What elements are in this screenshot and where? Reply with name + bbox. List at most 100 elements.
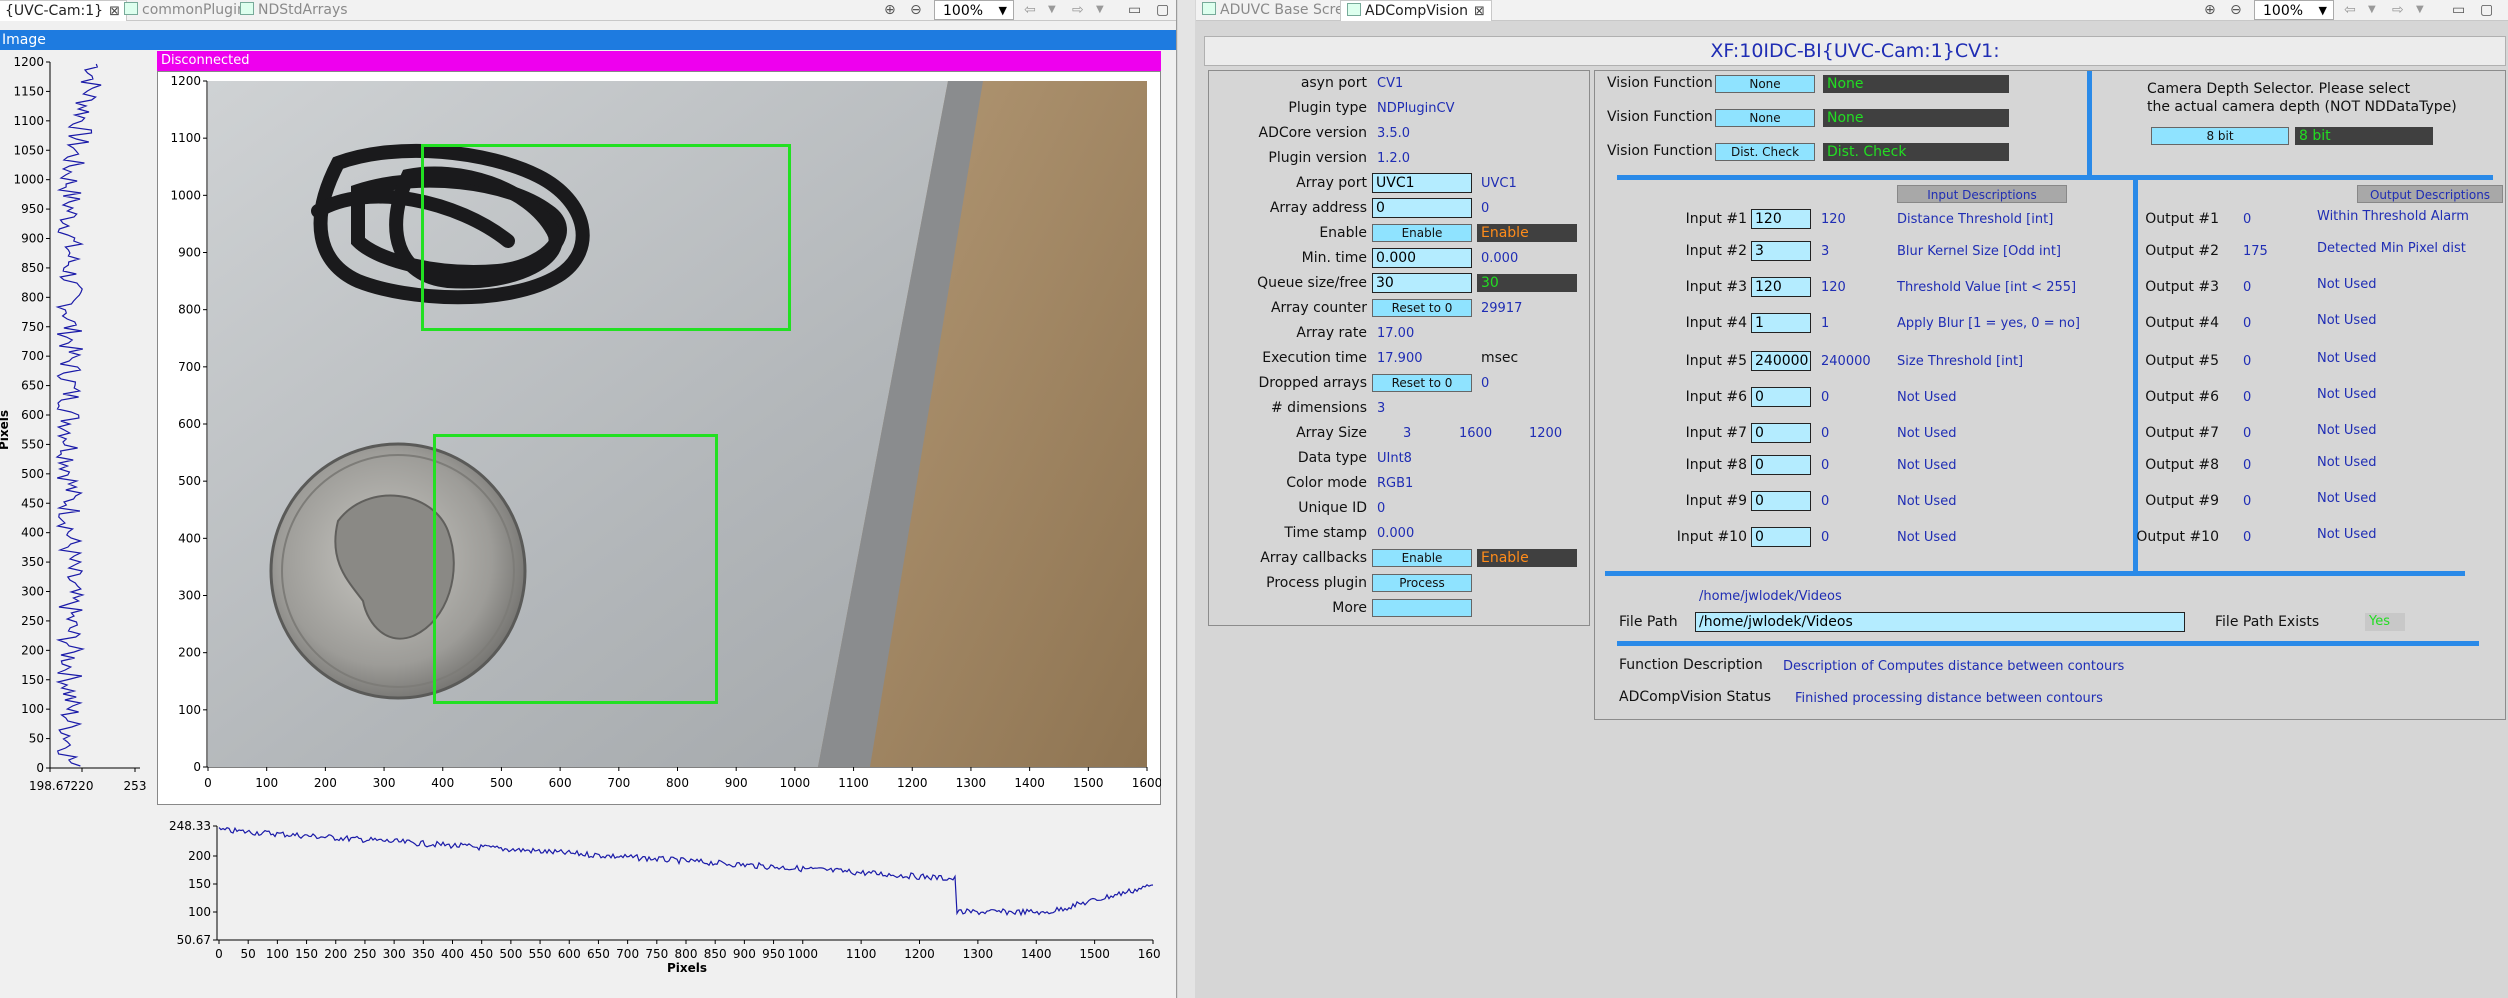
- minimize-icon[interactable]: ▭: [1128, 0, 1141, 20]
- vertical-profile-y-tick-label: 300: [21, 585, 44, 599]
- min-time-label: Min. time: [1301, 250, 1367, 266]
- adcore-version-label: ADCore version: [1258, 125, 1368, 141]
- chevron-down-icon[interactable]: ▼: [2368, 0, 2376, 20]
- horizontal-profile-x-tick-label: 1500: [1079, 947, 1110, 961]
- input-3-field[interactable]: 120: [1751, 277, 1811, 297]
- horizontal-profile-x-tick-label: 100: [266, 947, 289, 961]
- input-4-description: Apply Blur [1 = yes, 0 = no]: [1897, 316, 2081, 331]
- queue-size-input[interactable]: 30: [1372, 273, 1472, 293]
- input-7-field[interactable]: 0: [1751, 423, 1811, 443]
- maximize-icon[interactable]: ▢: [2480, 0, 2493, 20]
- array-address-input[interactable]: 0: [1372, 198, 1472, 218]
- vertical-profile-y-tick-label: 450: [21, 496, 44, 510]
- input-4-field[interactable]: 1: [1751, 313, 1811, 333]
- horizontal-profile-x-tick-label: 1200: [904, 947, 935, 961]
- input-5-label: Input #5: [1685, 353, 1747, 369]
- function-description-label: Function Description: [1619, 657, 1763, 673]
- image-viewer-pane: {UVC-Cam:1} ⊠ commonPlugins NDStdArrays ⊕…: [0, 0, 1177, 998]
- close-icon[interactable]: ⊠: [109, 4, 120, 19]
- minimize-icon[interactable]: ▭: [2452, 0, 2465, 20]
- horizontal-profile-x-tick-label: 550: [529, 947, 552, 961]
- array-port-input[interactable]: UVC1: [1372, 173, 1472, 193]
- horizontal-profile-trace: [218, 826, 1154, 917]
- input-9-field[interactable]: 0: [1751, 491, 1811, 511]
- dropped-arrays-value: 0: [1481, 376, 1490, 391]
- file-path-input[interactable]: /home/jwlodek/Videos: [1695, 612, 2185, 632]
- input-10-field[interactable]: 0: [1751, 527, 1811, 547]
- image-y-tick-label: 800: [178, 303, 201, 317]
- input-2-description: Blur Kernel Size [Odd int]: [1897, 244, 2061, 259]
- zoom-out-icon[interactable]: ⊖: [910, 0, 922, 20]
- input-8-label: Input #8: [1685, 457, 1747, 473]
- zoom-select[interactable]: 100% ▼: [2254, 0, 2334, 20]
- time-stamp-value: 0.000: [1377, 526, 1415, 541]
- reset-dropped-arrays-button[interactable]: Reset to 0: [1372, 374, 1472, 392]
- input-1-field[interactable]: 120: [1751, 209, 1811, 229]
- image-header-label: Image: [2, 32, 46, 48]
- vision-set-2-button[interactable]: None: [1715, 109, 1815, 127]
- vision-set-1-button[interactable]: None: [1715, 75, 1815, 93]
- output-3-value: 0: [2243, 280, 2252, 295]
- input-5-field[interactable]: 240000: [1751, 351, 1811, 371]
- output-2-value: 175: [2243, 244, 2268, 259]
- chevron-down-icon[interactable]: ▼: [2416, 0, 2424, 20]
- output-9-label: Output #9: [2145, 493, 2219, 509]
- tab-common-plugins[interactable]: commonPlugins: [124, 0, 253, 20]
- tab-uvc-cam[interactable]: {UVC-Cam:1} ⊠: [0, 0, 127, 21]
- vertical-profile-y-tick-label: 1150: [13, 84, 44, 98]
- horizontal-profile-x-tick-label: 350: [412, 947, 435, 961]
- chevron-down-icon[interactable]: ▼: [1096, 0, 1104, 20]
- tab-nd-std-arrays[interactable]: NDStdArrays: [240, 0, 348, 20]
- horizontal-profile-y-tick-label: 248.33: [169, 819, 211, 833]
- maximize-icon[interactable]: ▢: [1156, 0, 1169, 20]
- array-address-label: Array address: [1269, 200, 1367, 216]
- vision-set-3-button[interactable]: Dist. Check: [1715, 143, 1815, 161]
- input-6-field[interactable]: 0: [1751, 387, 1811, 407]
- zoom-out-icon[interactable]: ⊖: [2230, 0, 2242, 20]
- output-descriptions-header: Output Descriptions: [2357, 185, 2503, 203]
- camera-depth-button[interactable]: 8 bit: [2151, 127, 2289, 145]
- camera-image[interactable]: [208, 81, 1147, 767]
- back-icon[interactable]: ⇦: [1024, 0, 1036, 20]
- tab-adcompvision[interactable]: ADCompVision ⊠: [1340, 0, 1492, 21]
- horizontal-profile-x-tick-label: 600: [558, 947, 581, 961]
- image-x-tick-label: 100: [255, 776, 278, 790]
- more-menu-button[interactable]: [1372, 599, 1472, 617]
- image-x-tick-label: 600: [549, 776, 572, 790]
- pane-divider[interactable]: [1178, 0, 1195, 998]
- reset-array-counter-button[interactable]: Reset to 0: [1372, 299, 1472, 317]
- output-9-description: Not Used: [2317, 491, 2377, 506]
- min-time-input[interactable]: 0.000: [1372, 248, 1472, 268]
- horizontal-profile-x-tick-label: 1600: [1138, 947, 1161, 961]
- output-4-description: Not Used: [2317, 313, 2377, 328]
- divider: [1617, 641, 2479, 646]
- min-time-value: 0.000: [1481, 251, 1519, 266]
- chevron-down-icon[interactable]: ▼: [1048, 0, 1056, 20]
- connection-status: Disconnected: [161, 53, 250, 68]
- input-2-field[interactable]: 3: [1751, 241, 1811, 261]
- tab-aduvc-base-screen[interactable]: ADUVC Base Screen: [1202, 0, 1361, 20]
- display-icon: [1202, 2, 1216, 15]
- enable-readback: Enable: [1477, 224, 1577, 242]
- input-8-field[interactable]: 0: [1751, 455, 1811, 475]
- array-callbacks-button[interactable]: Enable: [1372, 549, 1472, 567]
- image-y-tick-label: 200: [178, 646, 201, 660]
- vertical-profile-y-tick-label: 150: [21, 673, 44, 687]
- process-plugin-button[interactable]: Process: [1372, 574, 1472, 592]
- vertical-profile-y-tick-label: 1100: [13, 114, 44, 128]
- close-icon[interactable]: ⊠: [1474, 4, 1485, 19]
- zoom-in-icon[interactable]: ⊕: [884, 0, 896, 20]
- image-x-tick-label: 1200: [897, 776, 928, 790]
- zoom-select[interactable]: 100% ▼: [934, 0, 1014, 20]
- enable-button[interactable]: Enable: [1372, 224, 1472, 242]
- output-4-value: 0: [2243, 316, 2252, 331]
- output-6-description: Not Used: [2317, 387, 2377, 402]
- vertical-profile-plot: Pixels 120011501100105010009509008508007…: [0, 55, 146, 793]
- output-2-description: Detected Min Pixel dist: [2317, 241, 2466, 256]
- back-icon[interactable]: ⇦: [2344, 0, 2356, 20]
- plugin-version-label: Plugin version: [1268, 150, 1367, 166]
- zoom-in-icon[interactable]: ⊕: [2204, 0, 2216, 20]
- forward-icon[interactable]: ⇨: [2392, 0, 2404, 20]
- dimensions-value: 3: [1377, 401, 1386, 416]
- forward-icon[interactable]: ⇨: [1072, 0, 1084, 20]
